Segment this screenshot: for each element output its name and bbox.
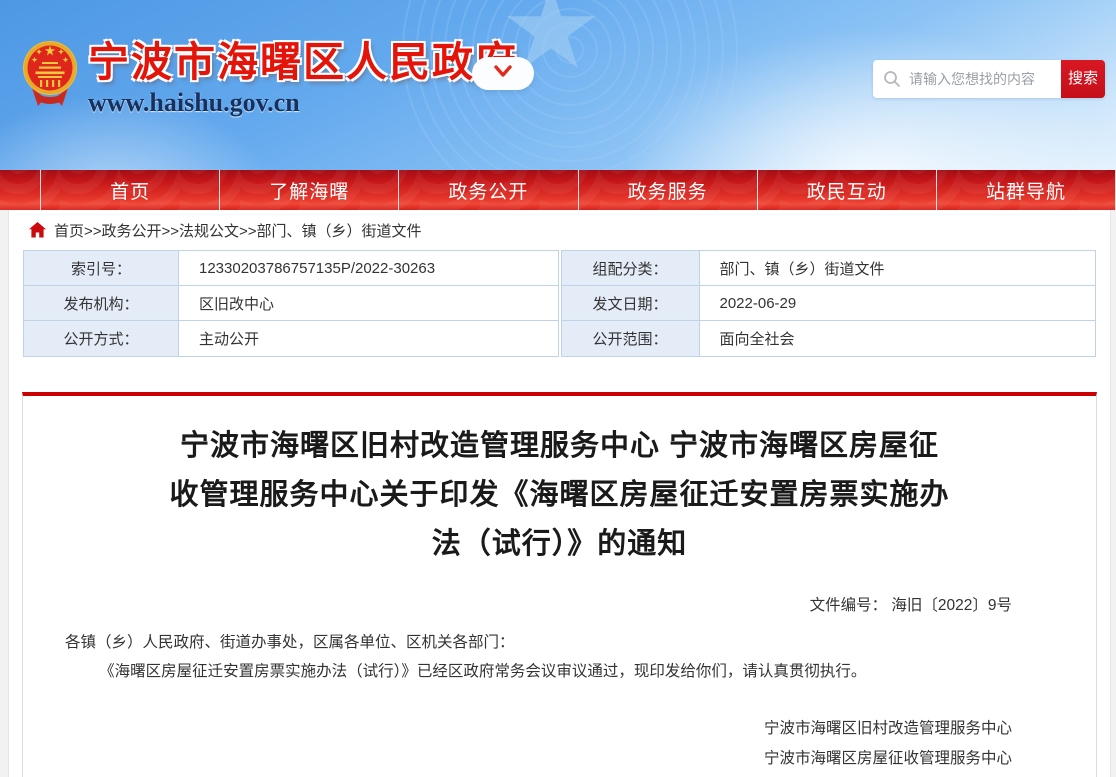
site-banner: 宁波市海曙区人民政府 www.haishu.gov.cn 搜索 — [0, 0, 1116, 170]
meta-value-category: 部门、镇（乡）街道文件 — [700, 251, 1096, 285]
signature-line: 宁波市海曙区房屋征收管理服务中心 — [65, 744, 1012, 774]
document-salutation: 各镇（乡）人民政府、街道办事处，区属各单位、区机关各部门： — [65, 628, 1012, 657]
meta-row-publish-date: 发文日期： 2022-06-29 — [562, 286, 1096, 321]
meta-value-publish-date: 2022-06-29 — [700, 286, 1096, 320]
document-paragraph: 《海曙区房屋征迁安置房票实施办法（试行）》已经区政府常务会议审议通过，现印发给你… — [65, 657, 1012, 686]
nav-item-home[interactable]: 首页 — [40, 170, 219, 210]
main-nav: 首页 了解海曙 政务公开 政务服务 政民互动 站群导航 — [0, 170, 1116, 210]
nav-item-site-navigation[interactable]: 站群导航 — [936, 170, 1116, 210]
document-meta: 索引号： 12330203786757135P/2022-30263 发布机构：… — [9, 250, 1110, 357]
meta-value-index-number: 12330203786757135P/2022-30263 — [179, 251, 558, 285]
meta-value-issuing-agency: 区旧改中心 — [179, 286, 558, 320]
nav-item-gov-services[interactable]: 政务服务 — [578, 170, 757, 210]
nav-item-about-haishu[interactable]: 了解海曙 — [219, 170, 398, 210]
document-title: 宁波市海曙区旧村改造管理服务中心 宁波市海曙区房屋征 收管理服务中心关于印发《海… — [23, 422, 1096, 569]
meta-table-right: 组配分类： 部门、镇（乡）街道文件 发文日期： 2022-06-29 公开范围：… — [561, 250, 1097, 357]
document-container: 宁波市海曙区旧村改造管理服务中心 宁波市海曙区房屋征 收管理服务中心关于印发《海… — [22, 392, 1097, 777]
meta-row-issuing-agency: 发布机构： 区旧改中心 — [24, 286, 558, 321]
meta-label: 公开范围： — [562, 321, 700, 356]
national-emblem-icon — [22, 38, 78, 115]
chevron-down-icon — [491, 62, 515, 85]
meta-label: 发布机构： — [24, 286, 179, 320]
meta-label: 组配分类： — [562, 251, 700, 285]
search-icon — [883, 70, 901, 93]
search-input[interactable] — [873, 60, 1061, 98]
breadcrumb-path[interactable]: 首页>>政务公开>>法规公文>>部门、镇（乡）街道文件 — [54, 220, 422, 241]
meta-label: 发文日期： — [562, 286, 700, 320]
meta-table-left: 索引号： 12330203786757135P/2022-30263 发布机构：… — [23, 250, 559, 357]
document-title-line: 收管理服务中心关于印发《海曙区房屋征迁安置房票实施办 — [23, 471, 1096, 520]
document-signatures: 宁波市海曙区旧村改造管理服务中心 宁波市海曙区房屋征收管理服务中心 2022年6… — [65, 714, 1012, 777]
meta-row-disclosure-scope: 公开范围： 面向全社会 — [562, 321, 1096, 356]
document-title-line: 法（试行）》的通知 — [23, 520, 1096, 569]
site-title[interactable]: 宁波市海曙区人民政府 — [88, 38, 518, 86]
document-title-line: 宁波市海曙区旧村改造管理服务中心 宁波市海曙区房屋征 — [23, 422, 1096, 471]
nav-item-gov-disclosure[interactable]: 政务公开 — [398, 170, 577, 210]
site-search: 搜索 — [873, 60, 1105, 98]
meta-label: 索引号： — [24, 251, 179, 285]
meta-value-disclosure-method: 主动公开 — [179, 321, 558, 356]
meta-row-disclosure-method: 公开方式： 主动公开 — [24, 321, 558, 356]
document-number: 文件编号： 海旧〔2022〕9号 — [65, 591, 1012, 620]
document-body: 文件编号： 海旧〔2022〕9号 各镇（乡）人民政府、街道办事处，区属各单位、区… — [23, 591, 1096, 777]
nav-item-public-interaction[interactable]: 政民互动 — [757, 170, 936, 210]
site-switcher-dropdown[interactable] — [472, 57, 534, 90]
site-logo[interactable]: 宁波市海曙区人民政府 www.haishu.gov.cn — [22, 38, 518, 118]
home-icon — [29, 222, 46, 238]
site-url[interactable]: www.haishu.gov.cn — [88, 88, 518, 118]
main-content-area: 首页>>政务公开>>法规公文>>部门、镇（乡）街道文件 索引号： 1233020… — [8, 210, 1111, 777]
meta-row-category: 组配分类： 部门、镇（乡）街道文件 — [562, 251, 1096, 286]
signature-line: 宁波市海曙区旧村改造管理服务中心 — [65, 714, 1012, 744]
meta-label: 公开方式： — [24, 321, 179, 356]
search-button[interactable]: 搜索 — [1061, 60, 1105, 98]
breadcrumb: 首页>>政务公开>>法规公文>>部门、镇（乡）街道文件 — [9, 210, 1110, 250]
meta-row-index-number: 索引号： 12330203786757135P/2022-30263 — [24, 251, 558, 286]
meta-value-disclosure-scope: 面向全社会 — [700, 321, 1096, 356]
